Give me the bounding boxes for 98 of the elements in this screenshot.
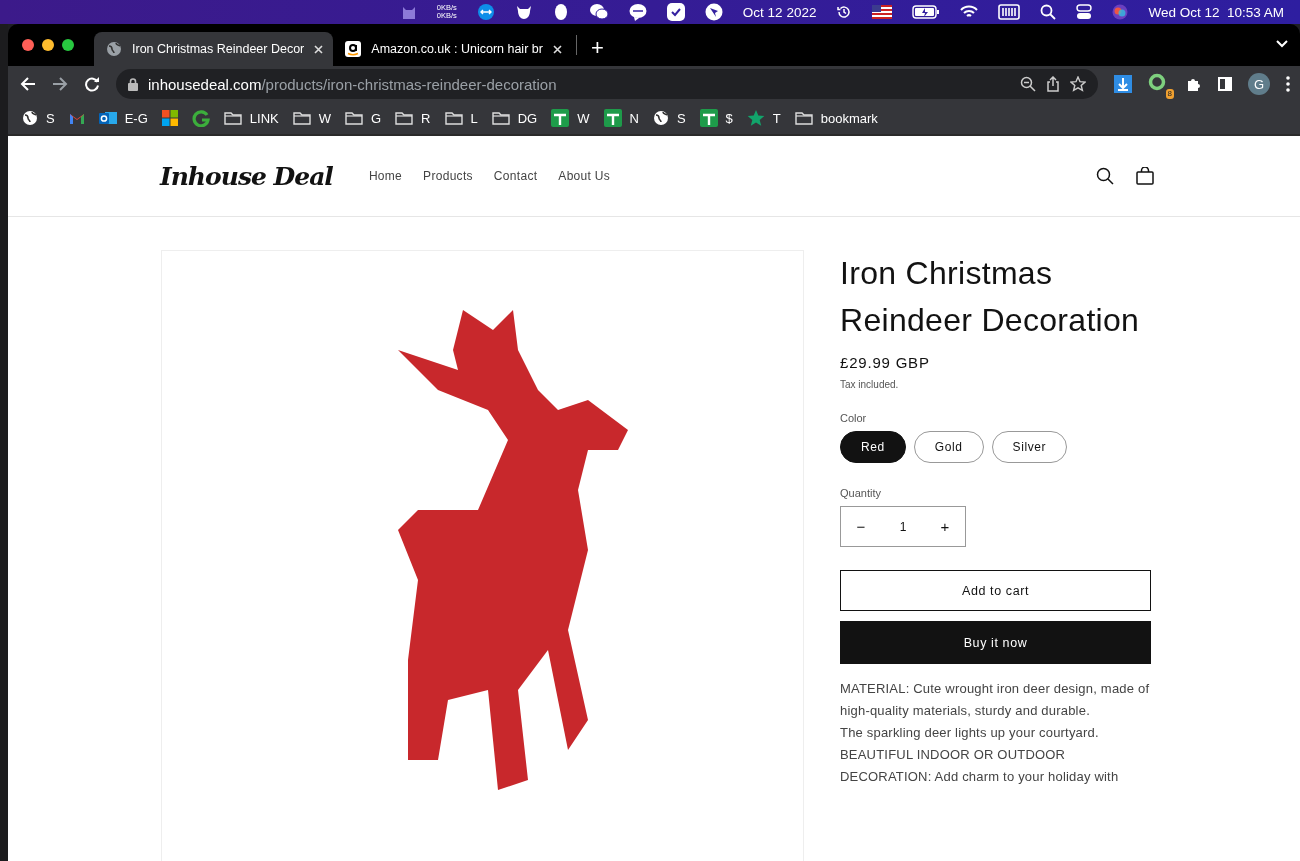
sheet-icon [699, 109, 718, 127]
ring-icon [1148, 73, 1166, 91]
bookmark-item[interactable]: S [652, 110, 686, 126]
speech-bubble-icon[interactable] [628, 3, 647, 21]
product-description: BEAUTIFUL INDOOR OR OUTDOOR [840, 746, 1067, 764]
bookmark-item[interactable]: LINK [223, 110, 279, 126]
bookmark-item[interactable]: T [746, 109, 781, 127]
bookmark-item[interactable]: W [292, 110, 331, 126]
siri-icon[interactable] [1112, 4, 1129, 20]
extension-badge: 8 [1165, 89, 1174, 99]
folder-icon [292, 111, 311, 125]
tax-note: Tax included. [840, 379, 900, 390]
shopping-bag-icon[interactable] [1136, 167, 1154, 185]
mail-icon[interactable] [68, 111, 85, 125]
chevron-down-icon[interactable] [1276, 40, 1288, 48]
nav-link[interactable]: About Us [558, 169, 611, 183]
folder-icon [444, 111, 463, 125]
color-option[interactable]: Red [840, 431, 906, 463]
cat-icon [400, 4, 417, 20]
lock-icon [128, 77, 138, 91]
buy-now-button[interactable]: Buy it now [840, 621, 1151, 664]
decrease-button[interactable]: − [841, 507, 881, 546]
folder-icon [794, 111, 813, 125]
bookmark-item[interactable]: G [345, 110, 382, 126]
star-outline-icon[interactable] [1070, 76, 1086, 92]
bookmark-item[interactable]: bookmark [794, 110, 878, 126]
puzzle-icon[interactable] [1186, 76, 1202, 92]
nav-link[interactable]: Products [423, 169, 473, 183]
back-icon[interactable] [20, 76, 36, 92]
amazon-icon [345, 41, 362, 57]
search-icon[interactable] [1096, 167, 1114, 185]
product-description: The sparkling deer lights up your courtyard. [840, 724, 1100, 742]
folder-icon [345, 111, 363, 125]
product-title: Iron Christmas Reindeer Decoration [840, 254, 1141, 340]
download-icon[interactable] [1114, 75, 1132, 93]
battery-icon[interactable] [912, 5, 941, 19]
zoom-window-button[interactable] [62, 39, 74, 51]
bookmark-item[interactable]: R [395, 110, 431, 126]
menu-bar-clock[interactable]: Wed Oct 12 10:53 AM [1148, 4, 1284, 20]
bookmark-item[interactable]: DG [491, 110, 538, 126]
browser-tab[interactable]: Iron Christmas Reindeer Decor [94, 32, 334, 66]
bookmark-item[interactable]: S [22, 110, 55, 126]
product-price: £29.99 GBP [840, 354, 931, 371]
bookmark-item[interactable]: W [551, 109, 590, 127]
bookmark-item[interactable]: N [603, 109, 639, 127]
add-to-cart-button[interactable]: Add to cart [840, 570, 1151, 611]
globe-icon [22, 110, 38, 126]
keyboard-icon[interactable] [998, 4, 1021, 20]
g-letter-icon[interactable] [191, 109, 210, 127]
folder-icon [223, 111, 242, 125]
share-icon[interactable] [1046, 76, 1060, 92]
globe-icon [652, 110, 669, 126]
globe-icon [106, 41, 122, 57]
close-icon[interactable] [552, 44, 562, 54]
product-description: MATERIAL: Cute wrought iron deer design, made of high-quality materials, sturdy and durable. [840, 680, 1151, 720]
product-photo[interactable] [161, 250, 804, 861]
star-icon [746, 109, 765, 127]
new-tab-button[interactable]: + [580, 35, 614, 61]
nav-link[interactable]: Contact [493, 169, 538, 183]
mail-icon [98, 110, 117, 126]
bookmark-item[interactable]: $ [699, 109, 733, 127]
windows-icon[interactable] [161, 110, 178, 126]
quantity-field[interactable]: 1 [881, 518, 925, 535]
close-window-button[interactable] [22, 39, 34, 51]
forward-icon[interactable] [52, 76, 68, 92]
nav-link[interactable]: Home [368, 169, 403, 183]
minimize-window-button[interactable] [42, 39, 54, 51]
wifi-icon[interactable] [960, 5, 979, 19]
browser-tab[interactable]: Amazon.co.uk : Unicorn hair br [333, 32, 572, 66]
side-panel-icon[interactable] [1218, 77, 1232, 91]
cow-icon[interactable] [514, 3, 533, 21]
quantity-label: Quantity [840, 487, 882, 499]
search-icon[interactable] [1040, 4, 1057, 20]
clock-history-icon[interactable] [836, 4, 853, 20]
color-label: Color [840, 412, 868, 424]
color-option[interactable]: Gold [913, 431, 984, 463]
bookmark-item[interactable]: L [444, 110, 478, 126]
folder-icon [395, 111, 414, 125]
chat-icon[interactable] [588, 3, 609, 21]
folder-icon [491, 111, 510, 125]
sheet-icon [551, 109, 570, 127]
reload-icon[interactable] [84, 76, 100, 92]
close-icon[interactable] [314, 44, 324, 54]
toggles-icon[interactable] [1076, 4, 1093, 20]
remote-control-icon[interactable] [476, 3, 495, 21]
more-menu-icon[interactable] [1286, 76, 1290, 92]
checkmark-icon[interactable] [666, 3, 685, 21]
menu-bar-date[interactable]: Oct 12 2022 [742, 4, 817, 20]
store-logo[interactable]: Inhouse Deal [160, 161, 333, 191]
sheet-icon [603, 109, 622, 127]
zoom-out-icon[interactable] [1020, 76, 1036, 92]
increase-button[interactable]: + [925, 507, 965, 546]
bookmark-item[interactable]: E-G [98, 110, 148, 126]
quantity-stepper[interactable]: − 1 + [840, 506, 966, 547]
profile-avatar[interactable]: G [1248, 73, 1270, 95]
flag-icon[interactable] [872, 5, 893, 19]
product-description: DECORATION: Add charm to your holiday with [840, 768, 1120, 786]
color-option[interactable]: Silver [991, 431, 1068, 463]
